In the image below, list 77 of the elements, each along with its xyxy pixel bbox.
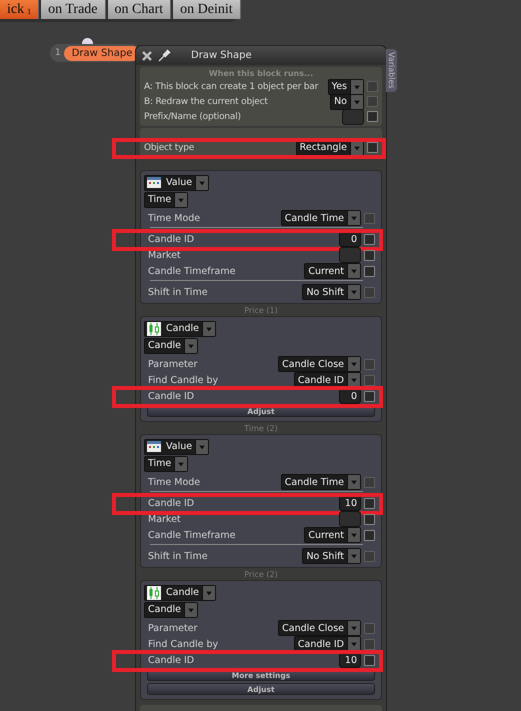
dropdown[interactable]: Yes (328, 78, 364, 94)
field-label: Object type (144, 142, 196, 152)
type-dropdown[interactable]: Time (144, 456, 188, 472)
source-dropdown[interactable]: Candle (144, 584, 216, 600)
field-label: Find Candle by (147, 374, 220, 386)
checkbox[interactable] (364, 638, 375, 650)
dropdown[interactable]: Candle Close (278, 356, 361, 372)
dropdown[interactable]: Current (304, 263, 361, 279)
field-label: Prefix/Name (optional) (144, 112, 242, 122)
field-label: Shift in Time (147, 286, 209, 298)
checkbox[interactable] (367, 142, 378, 153)
checkbox[interactable] (364, 358, 375, 370)
checkbox[interactable] (364, 234, 375, 244)
type-dropdown[interactable]: Time (144, 192, 188, 208)
checkbox[interactable] (364, 622, 375, 634)
checkbox[interactable] (364, 266, 375, 276)
source-dropdown[interactable]: Value (144, 438, 210, 454)
source-dropdown[interactable]: Candle (144, 320, 216, 336)
panel-title: Draw Shape (191, 50, 252, 61)
field-label: Candle ID (147, 390, 196, 402)
checkbox[interactable] (364, 250, 375, 260)
checkbox[interactable] (364, 374, 375, 386)
field-label: Parameter (147, 358, 198, 370)
dropdown[interactable]: Current (304, 527, 361, 543)
checkbox[interactable] (364, 514, 375, 524)
calendar-icon (147, 441, 161, 452)
close-icon[interactable] (142, 50, 152, 60)
pin-icon[interactable] (158, 49, 171, 62)
field-label: Parameter (147, 622, 198, 634)
type-dropdown[interactable]: Candle (144, 602, 198, 618)
dropdown[interactable]: Candle Time (280, 474, 361, 490)
group-header: Time (2) (243, 423, 279, 434)
text-field[interactable] (339, 247, 361, 263)
checkbox[interactable] (364, 390, 375, 402)
tab[interactable]: on Chart (108, 0, 172, 19)
source-dropdown[interactable]: Value (144, 174, 210, 190)
checkbox[interactable] (364, 476, 375, 488)
checkbox[interactable] (364, 530, 375, 540)
checkbox[interactable] (367, 111, 378, 122)
field-label: Time Mode (147, 212, 202, 224)
tab[interactable]: ick 1 (0, 0, 40, 19)
candlestick-icon (147, 586, 161, 600)
type-dropdown[interactable]: Candle (144, 338, 198, 354)
dropdown[interactable]: Candle Time (280, 210, 361, 226)
field-label: Time Mode (147, 476, 202, 488)
text-field[interactable] (342, 108, 364, 124)
group-header: Price (2) (243, 569, 279, 580)
dropdown[interactable]: No Shift (302, 284, 361, 300)
checkbox[interactable] (367, 81, 378, 92)
checkbox[interactable] (364, 212, 375, 224)
group-header: Price (1) (243, 305, 279, 316)
checkbox[interactable] (364, 498, 375, 508)
side-tab[interactable]: Variables (386, 49, 397, 92)
tab[interactable]: on Trade (41, 0, 106, 19)
field-label: A: This block can create 1 object per bar (144, 82, 320, 92)
field-label: Market (147, 250, 182, 260)
checkbox[interactable] (364, 654, 375, 666)
section-header: When this block runs... (208, 68, 314, 79)
tab[interactable]: on Deinit (173, 0, 241, 19)
checkbox[interactable] (364, 550, 375, 562)
field-label: Candle ID (147, 234, 196, 244)
field-label: Market (147, 514, 182, 524)
dropdown[interactable]: Candle Close (278, 620, 361, 636)
field-label: Candle ID (147, 498, 196, 508)
field-label: Candle ID (147, 654, 196, 666)
field-label: B: Redraw the current object (144, 96, 269, 106)
dropdown[interactable]: No (330, 94, 364, 110)
checkbox[interactable] (364, 286, 375, 298)
field-label: Candle Timeframe (147, 266, 236, 276)
field-label: Candle Timeframe (147, 530, 236, 540)
text-field[interactable] (339, 511, 361, 527)
dropdown[interactable]: No Shift (302, 548, 361, 564)
calendar-icon (147, 177, 161, 188)
field-label: Shift in Time (147, 550, 209, 562)
checkbox[interactable] (367, 96, 378, 107)
field-label: Find Candle by (147, 638, 220, 650)
candlestick-icon (147, 322, 161, 336)
